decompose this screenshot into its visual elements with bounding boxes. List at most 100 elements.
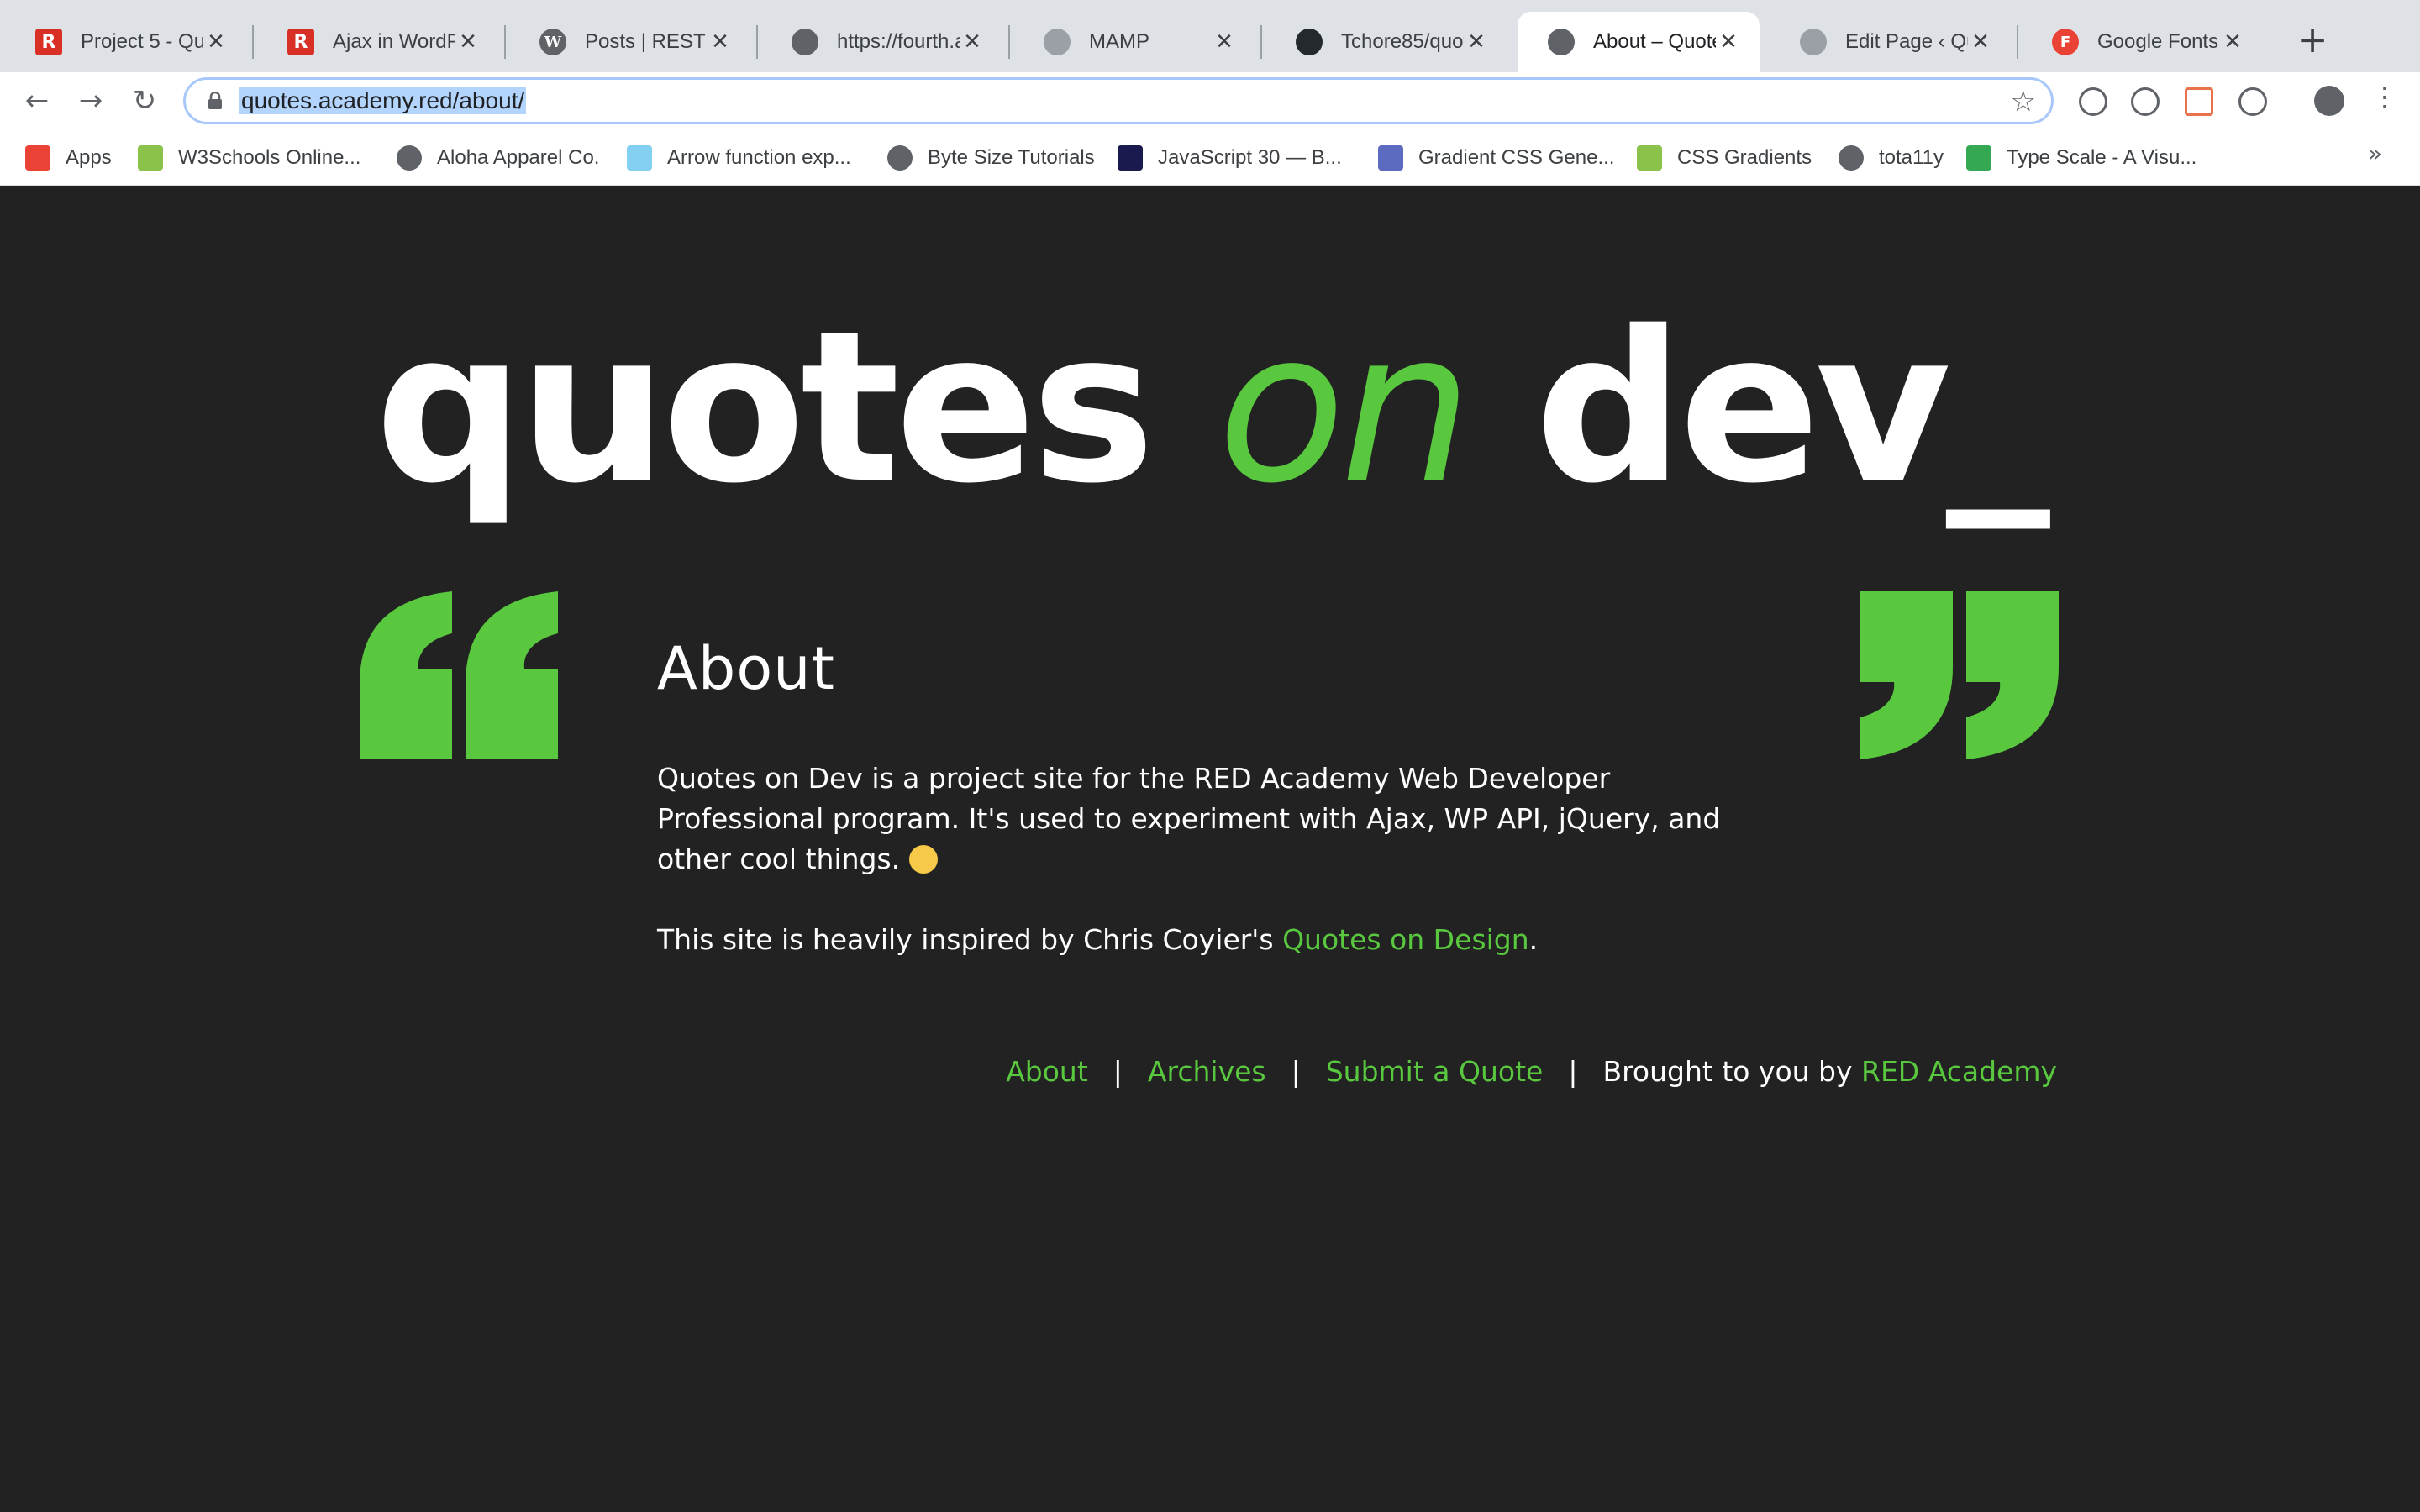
github-icon: [1296, 29, 1323, 55]
browser-tab[interactable]: Edit Page ‹ Quotes✕: [1770, 12, 2012, 72]
close-tab-icon[interactable]: ✕: [455, 29, 481, 55]
new-tab-icon[interactable]: +: [2292, 20, 2333, 60]
red-r-icon: R: [35, 29, 62, 55]
bug-extension-icon[interactable]: [2079, 87, 2107, 116]
tab-separator: [1260, 25, 1262, 59]
bookmarks-bar: » Apps W3Schools Online... Aloha Apparel C…: [0, 129, 2420, 186]
footer-credit-text: Brought to you by: [1602, 1055, 1862, 1088]
bookmark-item[interactable]: Byte Size Tutorials: [887, 139, 1095, 176]
browser-tab[interactable]: W Posts | REST API✕: [509, 12, 751, 72]
footer-submit-quote-link[interactable]: Submit a Quote: [1326, 1055, 1544, 1088]
mamp-icon: [1044, 29, 1071, 55]
tab-title: About – Quotes: [1593, 30, 1716, 53]
inspiration-text: This site is heavily inspired by Chris C…: [657, 923, 1283, 956]
inspiration-period: .: [1528, 923, 1539, 956]
browser-tab[interactable]: F Google Fonts ✕: [2022, 12, 2264, 72]
browser-tab[interactable]: Tchore85/quotes✕: [1265, 12, 1507, 72]
bookmark-item[interactable]: Apps: [25, 139, 112, 176]
bookmark-label: Arrow function exp...: [667, 146, 851, 169]
bookmark-item[interactable]: Aloha Apparel Co.: [397, 139, 599, 176]
open-quote-icon: [360, 591, 558, 759]
profile-avatar-icon[interactable]: [2314, 86, 2344, 116]
back-icon[interactable]: ←: [17, 81, 57, 121]
bookmark-label: Apps: [66, 146, 112, 169]
page-body: quotes on dev_ About Quotes on Dev is a …: [0, 186, 2420, 1512]
bookmark-label: Aloha Apparel Co.: [437, 146, 600, 169]
tab-title: Posts | REST API: [585, 30, 708, 53]
quotes-on-design-link[interactable]: Quotes on Design: [1282, 923, 1529, 956]
w3schools-icon: [138, 145, 163, 171]
bookmark-item[interactable]: Gradient CSS Gene...: [1378, 139, 1614, 176]
close-tab-icon[interactable]: ✕: [1716, 29, 1741, 55]
logo-part-on: on: [1218, 287, 1472, 529]
bookmark-item[interactable]: JavaScript 30 — B...: [1118, 139, 1342, 176]
lock-icon: [208, 92, 222, 109]
close-quote-icon: [1860, 591, 2059, 759]
bookmark-label: CSS Gradients: [1677, 146, 1812, 169]
globe-icon: [397, 145, 422, 171]
bookmark-label: Gradient CSS Gene...: [1418, 146, 1615, 169]
browser-tab[interactable]: R Project 5 - Quotes✕: [5, 12, 247, 72]
reload-icon[interactable]: ↻: [124, 81, 165, 121]
browser-toolbar: ← → ↻ quotes.academy.red/about/ ☆ ⋮: [0, 72, 2420, 129]
mail-extension-icon[interactable]: [2185, 87, 2213, 116]
footer-archives-link[interactable]: Archives: [1148, 1055, 1266, 1088]
footer-separator: |: [1113, 1055, 1123, 1088]
forward-icon[interactable]: →: [71, 81, 111, 121]
close-tab-icon[interactable]: ✕: [1968, 29, 1993, 55]
wordpress-icon: W: [539, 29, 566, 55]
globe-icon: [1548, 29, 1575, 55]
close-tab-icon[interactable]: ✕: [1464, 29, 1489, 55]
bookmark-item[interactable]: tota11y: [1839, 139, 1944, 176]
browser-tab[interactable]: About – Quotes✕: [1518, 12, 1760, 72]
bookmark-label: Type Scale - A Visu...: [2007, 146, 2197, 169]
bookmark-item[interactable]: CSS Gradients: [1637, 139, 1812, 176]
page-title: About: [657, 634, 835, 703]
tab-title: Google Fonts: [2097, 30, 2219, 53]
footer-about-link[interactable]: About: [1006, 1055, 1088, 1088]
address-bar[interactable]: quotes.academy.red/about/ ☆: [183, 77, 2054, 124]
globe-icon: [1839, 145, 1864, 171]
url-text[interactable]: quotes.academy.red/about/: [239, 87, 527, 114]
close-tab-icon[interactable]: ✕: [708, 29, 733, 55]
tab-strip: RProject 5 - Quotes✕RAjax in WordPress✕W…: [0, 0, 2420, 72]
inspiration-paragraph: This site is heavily inspired by Chris C…: [657, 920, 1783, 960]
bookmark-item[interactable]: W3Schools Online...: [138, 139, 360, 176]
browser-tab[interactable]: R Ajax in WordPress✕: [257, 12, 499, 72]
bookmarks-overflow-icon[interactable]: »: [2368, 139, 2382, 167]
devtools-extension-icon[interactable]: [2238, 87, 2267, 116]
tab-title: Ajax in WordPress: [333, 30, 455, 53]
about-paragraph-text: Quotes on Dev is a project site for the …: [657, 762, 1721, 875]
browser-tab[interactable]: MAMP ✕: [1013, 12, 1255, 72]
type-scale-icon: [1966, 145, 1991, 171]
close-tab-icon[interactable]: ✕: [2220, 29, 2245, 55]
bookmark-item[interactable]: Type Scale - A Visu...: [1966, 139, 2196, 176]
browser-tab[interactable]: https://fourth.academy✕: [761, 12, 1003, 72]
tab-title: MAMP: [1089, 30, 1150, 53]
bookmark-item[interactable]: Arrow function exp...: [627, 139, 851, 176]
browser-chrome: RProject 5 - Quotes✕RAjax in WordPress✕W…: [0, 0, 2420, 186]
site-logo[interactable]: quotes on dev_: [0, 304, 2420, 512]
tab-title: Project 5 - Quotes: [81, 30, 203, 53]
gradient-icon: [1378, 145, 1403, 171]
close-tab-icon[interactable]: ✕: [1212, 29, 1237, 55]
bookmark-label: Byte Size Tutorials: [928, 146, 1095, 169]
red-r-icon: R: [287, 29, 314, 55]
about-content: About Quotes on Dev is a project site fo…: [657, 637, 1783, 960]
bookmark-label: JavaScript 30 — B...: [1158, 146, 1342, 169]
extension-icon[interactable]: [2131, 87, 2160, 116]
google-fonts-icon: F: [2052, 29, 2079, 55]
close-tab-icon[interactable]: ✕: [960, 29, 985, 55]
kebab-menu-icon[interactable]: ⋮: [2371, 81, 2398, 113]
apps-grid-icon: [25, 145, 50, 171]
tab-separator: [1008, 25, 1010, 59]
tab-separator: [756, 25, 758, 59]
globe-icon: [887, 145, 913, 171]
mamp-icon: [1800, 29, 1827, 55]
bookmark-star-icon[interactable]: ☆: [2011, 85, 2036, 118]
tab-separator: [252, 25, 254, 59]
red-academy-link[interactable]: RED Academy: [1861, 1055, 2057, 1088]
close-tab-icon[interactable]: ✕: [203, 29, 229, 55]
tab-title: Edit Page ‹ Quotes: [1845, 30, 1968, 53]
about-paragraph: Quotes on Dev is a project site for the …: [657, 759, 1783, 879]
